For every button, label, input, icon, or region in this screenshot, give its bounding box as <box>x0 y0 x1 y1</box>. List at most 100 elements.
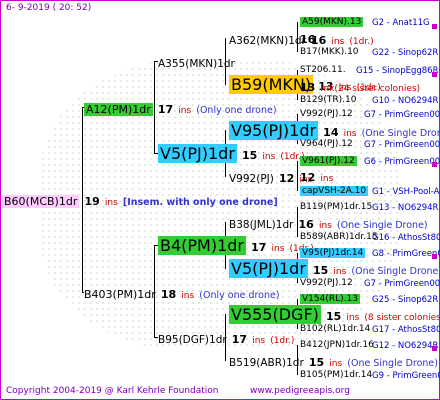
root-queen-label[interactable]: B60(MCB)1dr <box>2 195 80 208</box>
a362-ins-number: 16 <box>300 33 316 46</box>
queen-b403-note: (Only one drone) <box>199 290 280 301</box>
queen-b105: B105(PM)1dr.14 <box>300 369 372 382</box>
queen-v5-top: V5(PJ)1dr 15 ins (1dr.) <box>158 144 305 164</box>
queen-b412: B412(JPN)1dr.16 <box>300 339 374 352</box>
v992-ins-row: 12 ins <box>300 169 333 186</box>
b59-ins-note: mk(24 sister colonies) <box>320 84 421 94</box>
queen-b403-ins: ins <box>181 291 195 301</box>
queen-b38-note: (One Single Drone) <box>336 220 428 231</box>
page-marker <box>432 254 437 259</box>
website-link[interactable]: www.pedigreeapis.org <box>250 386 350 396</box>
queen-a12-number: 17 <box>157 103 174 116</box>
queen-b102-ref: G17 - AthosSt80R <box>372 325 440 335</box>
queen-b102-label[interactable]: B102(RL)1dr.14 <box>300 324 370 334</box>
queen-b412-ref: G12 - NO6294R <box>372 341 439 351</box>
a362-ins-row: 16 <box>300 31 315 46</box>
queen-b4-ins: ins <box>271 244 285 254</box>
queen-v154: V154(RL).13 <box>300 293 360 306</box>
queen-b519-label[interactable]: B519(ABR)1dr <box>229 357 304 369</box>
queen-capvsh: capVSH-2A.10 <box>300 185 369 198</box>
queen-a12-note: (Only one drone) <box>196 105 277 116</box>
queen-v5-top-number: 15 <box>241 149 258 162</box>
queen-st206-label[interactable]: ST206.11. <box>300 65 346 75</box>
v992-ins-ins: ins <box>320 174 334 184</box>
queen-b589-ref: G16 - AthosSt80R <box>372 233 440 243</box>
queen-v95-b-label[interactable]: V95(PJ)1dr.14 <box>300 248 366 258</box>
queen-v5-bottom-number: 15 <box>312 264 329 277</box>
queen-b4-number: 17 <box>251 241 267 254</box>
queen-v5-bottom-ins: ins <box>333 267 347 277</box>
queen-v95-top-note: (One Single Drone) <box>361 128 440 139</box>
queen-v992-b: V992(PJ).12 <box>300 277 353 290</box>
queen-v555-ins: ins <box>346 313 360 323</box>
queen-b38-label[interactable]: B38(JML)1dr <box>229 219 293 231</box>
queen-v961: V961(PJ).12 <box>300 155 357 168</box>
page-marker <box>432 346 437 351</box>
root-queen: B60(MCB)1dr 19 ins [Insem. with only one… <box>2 193 278 210</box>
queen-v964: V964(PJ).12 <box>300 138 353 151</box>
queen-v555-note: (8 sister colonies) <box>364 313 440 323</box>
queen-v5-top-label[interactable]: V5(PJ)1dr <box>158 144 237 163</box>
queen-b129-label[interactable]: B129(TR).10 <box>300 95 356 105</box>
queen-b95-ins: ins <box>252 336 266 346</box>
queen-a59: A59(MKN).13 <box>300 16 364 29</box>
queen-v992-a: V992(PJ).12 <box>300 108 353 121</box>
queen-b95-number: 17 <box>231 333 248 346</box>
queen-v555-number: 15 <box>325 310 342 323</box>
queen-b589-label[interactable]: B589(ABR)1dr.15 <box>300 232 378 242</box>
queen-b403-label[interactable]: B403(PM)1dr <box>84 288 156 301</box>
queen-b4: B4(PM)1dr 17 ins (1dr.) <box>158 236 314 256</box>
queen-capvsh-label[interactable]: capVSH-2A.10 <box>300 186 369 196</box>
queen-b519-note: (One Single Drone) <box>347 358 438 369</box>
queen-v992-a-label[interactable]: V992(PJ).12 <box>300 109 353 119</box>
queen-b95-label[interactable]: B95(DGF)1dr <box>158 334 227 346</box>
queen-b519-number: 15 <box>308 356 325 369</box>
queen-v154-ref: G25 - Sinop62R <box>372 295 439 305</box>
queen-b412-label[interactable]: B412(JPN)1dr.16 <box>300 340 374 350</box>
queen-v95-b: V95(PJ)1dr.14 <box>300 247 366 260</box>
queen-a362-label[interactable]: A362(MKN)1dr <box>229 35 306 47</box>
queen-a12-ins: ins <box>178 106 192 116</box>
queen-b17-label[interactable]: B17(MKK).10 <box>300 47 359 57</box>
queen-a12-label[interactable]: A12(PM)1dr <box>84 103 153 116</box>
queen-v5-bottom-label[interactable]: V5(PJ)1dr <box>229 259 308 278</box>
queen-a12: A12(PM)1dr 17 ins (Only one drone) <box>84 101 277 118</box>
v992-ins-number: 12 <box>300 171 316 184</box>
queen-b17: B17(MKK).10 <box>300 46 359 59</box>
copyright-text: Copyright 2004-2019 @ Karl Kehrle Founda… <box>6 386 219 396</box>
queen-v95-b-ref: G8 - PrimGreen00 <box>372 249 440 259</box>
queen-v992-a-ref: G7 - PrimGreen00 <box>364 110 440 120</box>
queen-v992-b-label[interactable]: V992(PJ).12 <box>300 278 353 288</box>
root-queen-number: 19 <box>84 195 100 208</box>
queen-v964-ref: G7 - PrimGreen00 <box>364 140 440 150</box>
queen-v961-label[interactable]: V961(PJ).12 <box>300 156 357 166</box>
print-date: 6- 9-2019 ( 20: 52) <box>6 3 92 13</box>
queen-b119: B119(PM)1dr.15 <box>300 201 372 214</box>
queen-capvsh-ref: G1 - VSH-Pool-AR <box>372 187 440 197</box>
queen-b4-label[interactable]: B4(PM)1dr <box>158 236 247 255</box>
root-queen-ins: ins <box>104 198 118 208</box>
queen-a59-label[interactable]: A59(MKN).13 <box>300 17 364 27</box>
queen-b105-label[interactable]: B105(PM)1dr.14 <box>300 370 372 380</box>
queen-b119-label[interactable]: B119(PM)1dr.15 <box>300 202 372 212</box>
queen-a355-label[interactable]: A355(MKN)1dr <box>158 58 235 70</box>
queen-b95-note: (1dr.) <box>270 336 295 346</box>
queen-v154-label[interactable]: V154(RL).13 <box>300 294 360 304</box>
queen-b102: B102(RL)1dr.14 <box>300 323 370 336</box>
queen-b129-ref: G10 - NO6294R <box>372 96 439 106</box>
queen-b403-number: 18 <box>160 288 177 301</box>
queen-v5-top-ins: ins <box>262 152 276 162</box>
queen-st206: ST206.11. <box>300 64 346 77</box>
queen-v555-label[interactable]: V555(DGF) <box>229 305 321 324</box>
queen-b119-ref: G13 - NO6294R <box>372 203 439 213</box>
queen-b519-ins: ins <box>329 359 343 369</box>
queen-b17-ref: G22 - Sinop62R <box>372 48 439 58</box>
queen-v5-bottom-note: (One Single Drone) <box>351 266 440 277</box>
queen-st206-ref: G15 - SinopEgg86R <box>356 66 439 76</box>
root-queen-note: [Insem. with only one drone] <box>122 197 278 208</box>
queen-v964-label[interactable]: V964(PJ).12 <box>300 139 353 149</box>
b59-ins-row: 13 mk(24 sister colonies) <box>300 79 420 96</box>
queen-b38-ins: ins <box>318 221 332 231</box>
queen-v992-label[interactable]: V992(PJ) <box>229 173 274 185</box>
queen-a355: A355(MKN)1dr <box>158 55 235 71</box>
